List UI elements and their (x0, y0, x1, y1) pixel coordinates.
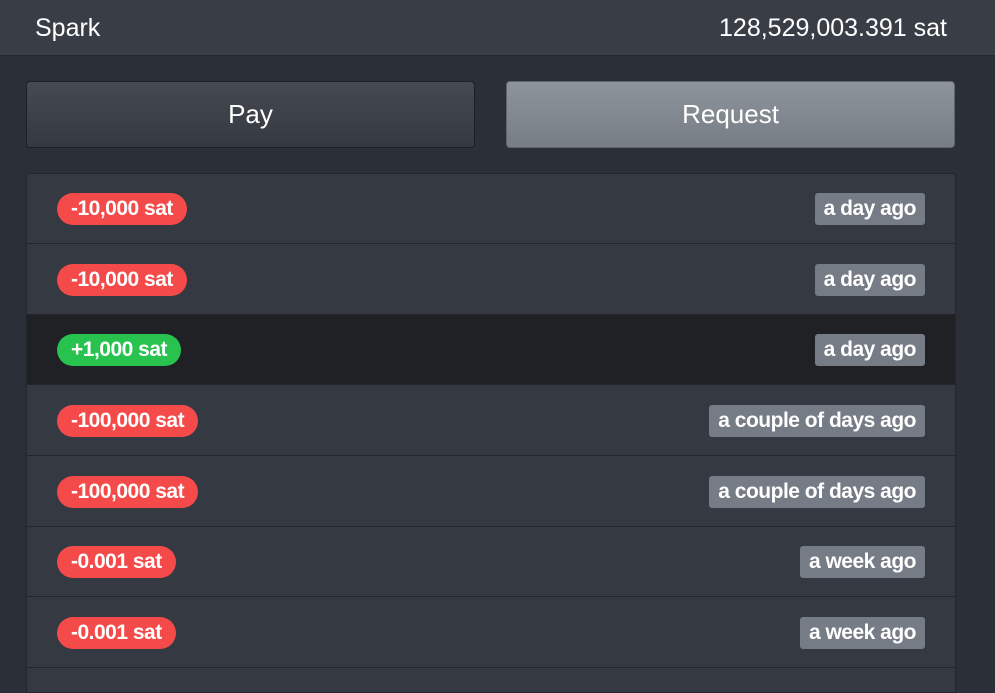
time-badge: a day ago (814, 264, 925, 296)
payment-row[interactable]: -100,000 sat a couple of days ago (27, 386, 955, 456)
amount-badge: -100,000 sat (57, 405, 199, 437)
wallet-balance: 128,529,003.391 sat (719, 14, 947, 42)
payment-row[interactable]: -0.001 sat a week ago (27, 598, 955, 668)
app-header: Spark 128,529,003.391 sat (0, 0, 995, 56)
time-badge: a day ago (814, 193, 925, 225)
time-badge: a week ago (799, 617, 925, 649)
amount-badge: -100,000 sat (57, 476, 199, 508)
payment-list: -10,000 sat a day ago -10,000 sat a day … (26, 173, 956, 693)
payment-row[interactable]: -100,000 sat a couple of days ago (27, 457, 955, 527)
payment-row[interactable]: -10,000 sat a day ago (27, 245, 955, 315)
time-badge: a couple of days ago (709, 476, 925, 508)
amount-badge: -0.001 sat (57, 546, 176, 578)
request-button[interactable]: Request (506, 81, 955, 148)
payment-row[interactable]: -10,000 sat a day ago (27, 174, 955, 244)
app-title: Spark (35, 14, 101, 42)
time-badge: a day ago (814, 334, 925, 366)
time-badge: a week ago (799, 546, 925, 578)
amount-badge: +1,000 sat (57, 334, 182, 366)
payment-row-selected[interactable]: +1,000 sat a day ago (27, 315, 955, 385)
amount-badge: -10,000 sat (57, 193, 187, 225)
payment-row[interactable]: -0.001 sat a week ago (27, 527, 955, 597)
amount-badge: -0.001 sat (57, 617, 176, 649)
time-badge: a couple of days ago (709, 405, 925, 437)
amount-badge: -10,000 sat (57, 264, 187, 296)
pay-button[interactable]: Pay (26, 81, 475, 148)
